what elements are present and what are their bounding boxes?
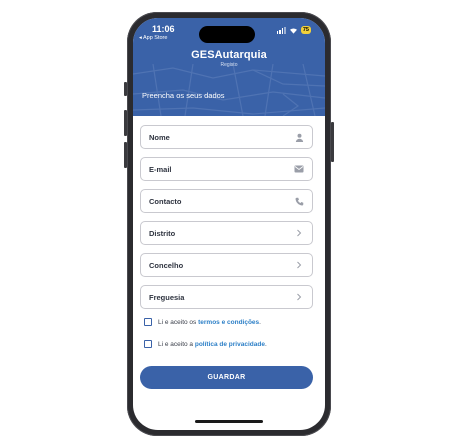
field-label: Freguesia — [149, 292, 185, 302]
signal-icon — [276, 26, 286, 34]
mail-icon — [294, 164, 304, 174]
status-time: 11:06 — [152, 24, 175, 34]
privacy-text: Li e aceito a política de privacidade. — [158, 341, 267, 348]
terms-prefix: Li e aceito os — [158, 318, 199, 326]
back-to-app-store-link[interactable]: ◂ App Store — [139, 35, 167, 41]
field-label: Concelho — [149, 260, 184, 270]
page-subtitle: Registo — [220, 62, 238, 68]
email-field[interactable]: E-mail — [140, 157, 313, 181]
terms-row: Li e aceito os termos e condições. — [144, 318, 261, 326]
municipality-select[interactable]: Concelho — [140, 253, 313, 277]
form-instruction: Preencha os seus dados — [142, 91, 225, 100]
privacy-checkbox[interactable] — [144, 340, 152, 348]
wifi-icon — [289, 27, 297, 34]
privacy-prefix: Li e aceito a — [158, 340, 195, 348]
name-field[interactable]: Nome — [140, 125, 313, 149]
map-pattern — [133, 64, 325, 116]
app-header: 11:06 ◂ App Store 75 GESAutarquia Regist… — [133, 18, 325, 116]
terms-checkbox[interactable] — [144, 318, 152, 326]
phone-screen: 11:06 ◂ App Store 75 GESAutarquia Regist… — [133, 18, 325, 430]
field-label: Contacto — [149, 196, 182, 206]
privacy-row: Li e aceito a política de privacidade. — [144, 340, 267, 348]
terms-suffix: . — [259, 318, 261, 326]
dynamic-island — [199, 26, 255, 43]
field-label: Nome — [149, 132, 170, 142]
status-icons: 75 — [276, 26, 311, 34]
app-title: GESAutarquia — [191, 49, 267, 61]
terms-link[interactable]: termos e condições — [198, 319, 259, 326]
power-button — [331, 122, 334, 162]
parish-select[interactable]: Freguesia — [140, 285, 313, 309]
battery-icon: 75 — [300, 26, 311, 34]
phone-icon — [294, 196, 304, 206]
chevron-right-icon — [294, 260, 304, 270]
person-icon — [294, 132, 304, 142]
privacy-link[interactable]: política de privacidade — [195, 341, 265, 348]
field-label: E-mail — [149, 164, 172, 174]
contact-field[interactable]: Contacto — [140, 189, 313, 213]
chevron-right-icon — [294, 228, 304, 238]
field-label: Distrito — [149, 228, 176, 238]
save-button[interactable]: GUARDAR — [140, 366, 313, 389]
chevron-right-icon — [294, 292, 304, 302]
terms-text: Li e aceito os termos e condições. — [158, 319, 261, 326]
privacy-suffix: . — [264, 340, 267, 348]
home-indicator[interactable] — [195, 420, 263, 423]
district-select[interactable]: Distrito — [140, 221, 313, 245]
